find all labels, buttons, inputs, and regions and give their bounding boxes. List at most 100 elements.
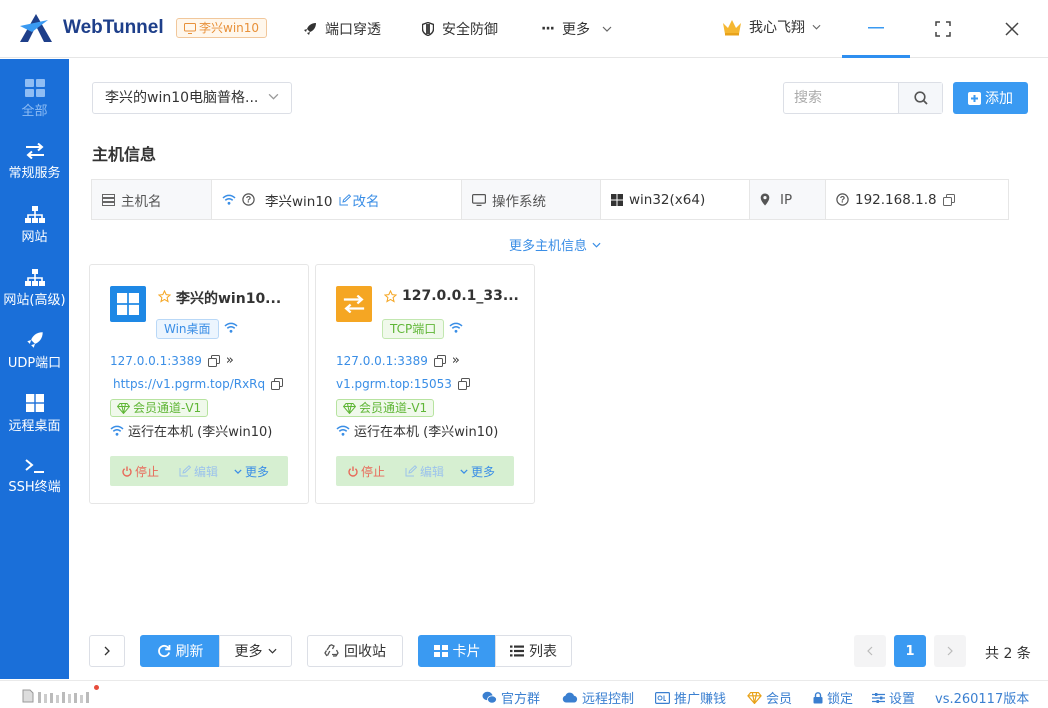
- file-icon: [22, 689, 34, 703]
- title-bar: WebTunnel 李兴win10 端口穿透 安全防御 ··· 更多 我心飞翔: [0, 0, 1048, 58]
- help-circle-icon[interactable]: ?: [242, 193, 255, 206]
- add-button[interactable]: 添加: [953, 82, 1028, 114]
- device-select[interactable]: 李兴的win10电脑普格...: [92, 82, 292, 114]
- shield-icon: [422, 22, 434, 36]
- minimize-button[interactable]: [842, 0, 910, 58]
- diamond-icon: [343, 402, 356, 414]
- sidebar-item-ssh[interactable]: SSH终端: [0, 447, 69, 507]
- sidebar-item-website-label: 网站: [21, 229, 48, 245]
- promo-label: 推广赚钱: [674, 692, 727, 707]
- recycle-bin-button[interactable]: 回收站: [307, 635, 403, 667]
- running-status-label: 运行在本机 (李兴win10): [128, 425, 273, 440]
- star-icon[interactable]: [384, 290, 397, 303]
- public-address[interactable]: v1.pgrm.top:15053: [336, 377, 452, 391]
- sidebar-item-services[interactable]: 常规服务: [0, 132, 69, 192]
- sidebar-item-ssh-label: SSH终端: [8, 480, 61, 495]
- host-badge[interactable]: 李兴win10: [176, 18, 268, 38]
- copy-icon[interactable]: [942, 193, 955, 206]
- host-badge-label: 李兴win10: [199, 21, 260, 35]
- card-view-label: 卡片: [452, 644, 481, 660]
- user-menu[interactable]: 我心飞翔: [722, 17, 821, 37]
- lock-link[interactable]: 锁定: [813, 688, 853, 707]
- maximize-button[interactable]: [909, 0, 977, 58]
- expand-button[interactable]: [89, 635, 125, 667]
- edit-button[interactable]: 编辑: [385, 463, 444, 480]
- windows-icon: [25, 394, 44, 412]
- windows-icon: [611, 193, 623, 206]
- chevron-right-icon: [104, 646, 110, 656]
- card-more-button[interactable]: 更多: [444, 463, 495, 480]
- os-value-cell: win32(x64): [601, 180, 750, 219]
- sidebar-item-all[interactable]: 全部: [0, 69, 69, 129]
- nav-more[interactable]: ··· 更多: [541, 19, 612, 39]
- nav-port-tunnel[interactable]: 端口穿透: [303, 19, 381, 39]
- edit-icon: [179, 465, 192, 477]
- official-group-link[interactable]: 官方群: [482, 688, 540, 707]
- search-icon: [913, 91, 928, 105]
- next-page-button[interactable]: [934, 635, 966, 667]
- search-button[interactable]: [898, 83, 942, 113]
- ellipsis-icon: ···: [541, 21, 555, 37]
- host-info-table: 主机名 ? 李兴win10 改名 操作系统 win32(x64) IP ? 19…: [91, 179, 1009, 220]
- local-address[interactable]: 127.0.0.1:3389: [110, 354, 202, 368]
- nav-security-label: 安全防御: [442, 22, 498, 38]
- star-icon[interactable]: [158, 290, 171, 303]
- search-input[interactable]: [784, 83, 898, 113]
- public-address-row: https://v1.pgrm.top/RxRq: [113, 377, 284, 391]
- double-chevron-right-icon[interactable]: »: [226, 353, 234, 368]
- copy-icon[interactable]: [271, 378, 284, 390]
- signal-indicator[interactable]: [22, 685, 99, 703]
- sidebar-item-website[interactable]: 网站: [0, 195, 69, 255]
- tunnel-card[interactable]: 127.0.0.1_33... TCP端口 127.0.0.1:3389 » v…: [315, 264, 535, 504]
- power-icon: [122, 466, 132, 477]
- local-address-row: 127.0.0.1:3389 »: [336, 353, 460, 368]
- remote-control-link[interactable]: 远程控制: [562, 688, 634, 707]
- sidebar-item-website-advanced-label: 网站(高级): [3, 292, 66, 308]
- settings-link[interactable]: 设置: [872, 688, 915, 707]
- hostname-label-cell: 主机名: [92, 180, 212, 219]
- copy-icon[interactable]: [207, 354, 220, 367]
- copy-icon[interactable]: [457, 378, 470, 390]
- list-view-label: 列表: [529, 644, 557, 660]
- promo-link[interactable]: 推广赚钱: [655, 688, 726, 707]
- member-channel-label: 会员通道-V1: [133, 401, 202, 415]
- nav-port-tunnel-label: 端口穿透: [325, 22, 381, 38]
- public-address[interactable]: https://v1.pgrm.top/RxRq: [113, 377, 265, 391]
- wifi-icon: [222, 194, 236, 205]
- member-link[interactable]: 会员: [747, 688, 792, 707]
- refresh-button[interactable]: 刷新: [140, 635, 220, 667]
- prev-page-button[interactable]: [854, 635, 886, 667]
- card-view-button[interactable]: 卡片: [418, 635, 496, 667]
- edit-button[interactable]: 编辑: [159, 463, 218, 480]
- list-view-button[interactable]: 列表: [495, 635, 572, 667]
- member-channel-badge: 会员通道-V1: [110, 399, 209, 417]
- stop-button[interactable]: 停止: [110, 463, 159, 480]
- rename-link[interactable]: 改名: [339, 190, 380, 210]
- double-chevron-right-icon[interactable]: »: [452, 353, 460, 368]
- close-button[interactable]: [978, 0, 1046, 58]
- sidebar-item-website-advanced[interactable]: 网站(高级): [0, 258, 69, 318]
- diamond-icon: [747, 691, 762, 704]
- sidebar-item-udp[interactable]: UDP端口: [0, 321, 69, 381]
- nav-security[interactable]: 安全防御: [422, 19, 498, 39]
- more-host-info-link[interactable]: 更多主机信息: [509, 235, 601, 254]
- tunnel-card[interactable]: 李兴的win10... Win桌面 127.0.0.1:3389 » https…: [89, 264, 309, 504]
- ip-label-cell: IP: [750, 180, 826, 219]
- svg-text:?: ?: [246, 195, 252, 205]
- more-host-info-label: 更多主机信息: [509, 239, 588, 254]
- close-icon: [1005, 22, 1019, 36]
- card-more-button[interactable]: 更多: [218, 463, 269, 480]
- device-select-value: 李兴的win10电脑普格...: [105, 90, 259, 106]
- local-address-row: 127.0.0.1:3389 »: [110, 353, 234, 368]
- sidebar-item-services-label: 常规服务: [8, 166, 61, 181]
- copy-icon[interactable]: [433, 354, 446, 367]
- sidebar-item-remote-desktop[interactable]: 远程桌面: [0, 384, 69, 444]
- sidebar-item-udp-label: UDP端口: [7, 356, 62, 371]
- bottom-more-button[interactable]: 更多: [219, 635, 292, 667]
- local-address[interactable]: 127.0.0.1:3389: [336, 354, 428, 368]
- page-1-button[interactable]: 1: [894, 635, 926, 667]
- card-more-label: 更多: [471, 464, 496, 479]
- help-circle-icon[interactable]: ?: [836, 193, 849, 206]
- version-link[interactable]: vs.260117版本: [935, 688, 1029, 707]
- stop-button[interactable]: 停止: [336, 463, 385, 480]
